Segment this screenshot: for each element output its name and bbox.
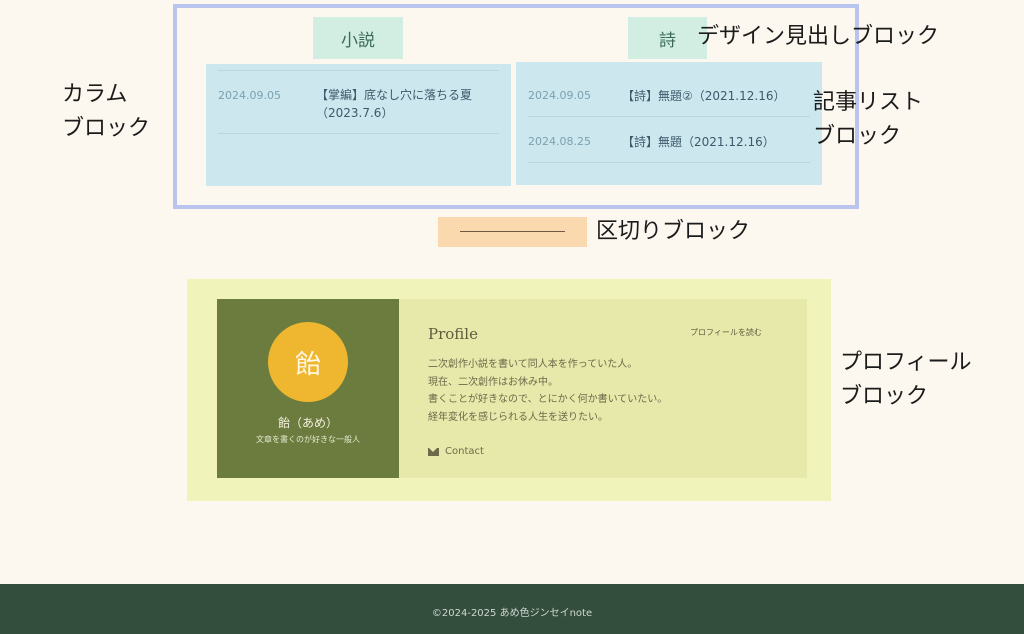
profile-tagline: 文章を書くのが好きな一般人	[256, 435, 360, 444]
heading-poem: 詩	[628, 17, 707, 59]
read-profile-link[interactable]: プロフィールを読む	[690, 327, 762, 338]
label-column-block: カラム ブロック	[62, 78, 150, 146]
label-column-line1: カラム	[62, 82, 128, 107]
article-title-link[interactable]: 【掌編】底なし穴に落ちる夏（2023.7.6）	[316, 86, 506, 122]
list-item[interactable]: 2024.09.05 【掌編】底なし穴に落ちる夏（2023.7.6）	[218, 70, 499, 134]
contact-label: Contact	[445, 446, 484, 457]
footer-copyright: ©2024-2025 あめ色ジンセイnote	[431, 608, 593, 619]
label-profile-block: プロフィール ブロック	[840, 346, 972, 414]
profile-name: 飴（あめ）	[277, 416, 338, 430]
bio-line: 経年変化を感じられる人生を送りたい。	[428, 411, 608, 423]
separator-line	[460, 231, 565, 232]
label-profile-line2: ブロック	[840, 384, 929, 409]
list-item[interactable]: 2024.08.25 【詩】無題（2021.12.16）	[528, 117, 810, 163]
article-date: 2024.09.05	[218, 89, 281, 102]
profile-title: Profile	[428, 325, 478, 343]
mail-icon	[428, 447, 439, 456]
article-date: 2024.08.25	[528, 135, 591, 148]
avatar: 飴	[268, 322, 348, 402]
bio-line: 現在、二次創作はお休み中。	[428, 376, 558, 388]
label-article-line1: 記事リスト	[813, 90, 924, 115]
bio-line: 書くことが好きなので、とにかく何か書いていたい。	[428, 394, 668, 405]
heading-novel: 小説	[313, 17, 403, 59]
label-separator: 区切りブロック	[596, 219, 751, 244]
separator-block	[438, 217, 587, 247]
label-design-heading: デザイン見出しブロック	[697, 24, 940, 49]
label-profile-line1: プロフィール	[840, 350, 972, 375]
label-article-line2: ブロック	[813, 124, 902, 149]
article-title-link[interactable]: 【詩】無題②（2021.12.16）	[622, 87, 785, 105]
label-column-line2: ブロック	[62, 116, 151, 141]
contact-link[interactable]: Contact	[428, 446, 484, 457]
article-list-right: 2024.09.05 【詩】無題②（2021.12.16） 2024.08.25…	[516, 62, 822, 185]
profile-bio: 二次創作小説を書いて同人本を作っていた人。 現在、二次創作はお休み中。 書くこと…	[428, 356, 667, 426]
bio-line: 二次創作小説を書いて同人本を作っていた人。	[428, 359, 638, 370]
article-list-left: 2024.09.05 【掌編】底なし穴に落ちる夏（2023.7.6）	[206, 64, 511, 186]
article-title-link[interactable]: 【詩】無題（2021.12.16）	[622, 133, 775, 151]
article-date: 2024.09.05	[528, 89, 591, 102]
label-article-list: 記事リスト ブロック	[813, 86, 923, 154]
list-item[interactable]: 2024.09.05 【詩】無題②（2021.12.16）	[528, 70, 810, 117]
